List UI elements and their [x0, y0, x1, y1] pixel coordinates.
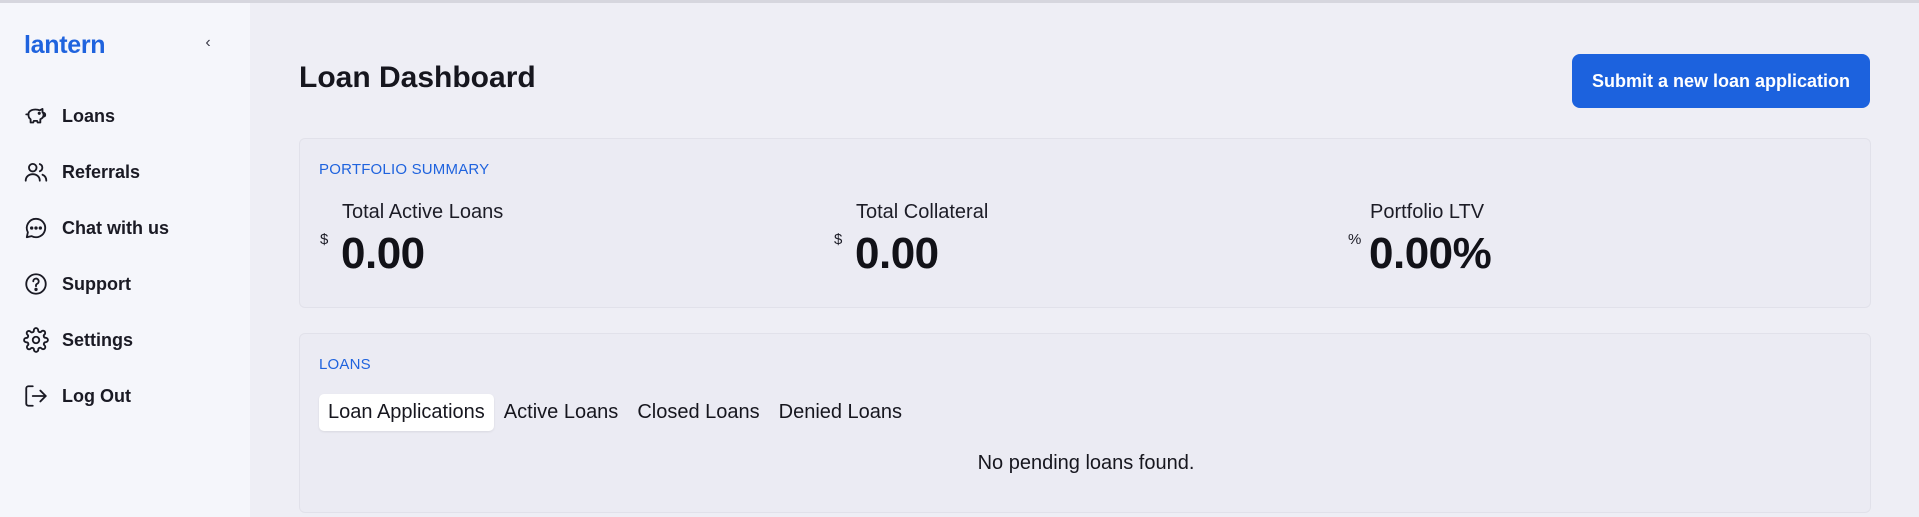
loan-tabs: Loan Applications Active Loans Closed Lo… [319, 394, 912, 431]
page-title: Loan Dashboard [299, 61, 536, 94]
gear-icon [22, 326, 50, 354]
metric-unit: $ [834, 231, 843, 248]
sidebar-item-label: Settings [62, 329, 134, 350]
empty-state-message: No pending loans found. [977, 452, 1195, 474]
chat-bubble-icon [22, 214, 50, 242]
tab-closed-loans[interactable]: Closed Loans [628, 394, 768, 431]
metric-value: 0.00 [855, 229, 939, 278]
sidebar-item-label: Log Out [62, 385, 131, 406]
sidebar-item-label: Referrals [62, 161, 141, 182]
metric-label: Total Active Loans [342, 201, 504, 223]
sidebar-item-label: Loans [62, 105, 116, 126]
sidebar: lantern ‹ Loans Referrals Chat with us S… [0, 3, 250, 517]
sidebar-item-chat[interactable]: Chat with us [22, 200, 232, 256]
sidebar-item-loans[interactable]: Loans [22, 88, 232, 144]
sidebar-nav: Loans Referrals Chat with us Support Set… [22, 88, 232, 424]
sidebar-item-settings[interactable]: Settings [22, 312, 232, 368]
metric-label: Portfolio LTV [1370, 201, 1485, 223]
loans-card: LOANS Loan Applications Active Loans Clo… [299, 333, 1871, 513]
portfolio-summary-card: PORTFOLIO SUMMARY Total Active Loans $ 0… [299, 138, 1871, 308]
users-icon [22, 158, 50, 186]
tab-denied-loans[interactable]: Denied Loans [770, 394, 911, 431]
metric-unit: % [1348, 231, 1362, 248]
sidebar-item-label: Support [62, 273, 131, 294]
metric-value: 0.00 [341, 229, 425, 278]
section-label: PORTFOLIO SUMMARY [319, 161, 490, 178]
sidebar-item-label: Chat with us [62, 217, 169, 238]
main-content: Loan Dashboard Submit a new loan applica… [250, 3, 1919, 517]
metric-label: Total Collateral [856, 201, 989, 223]
logo[interactable]: lantern [24, 31, 106, 60]
tab-active-loans[interactable]: Active Loans [495, 394, 628, 431]
log-out-icon [22, 382, 50, 410]
chevron-left-icon[interactable]: ‹ [200, 33, 216, 53]
sidebar-item-support[interactable]: Support [22, 256, 232, 312]
metric-unit: $ [320, 231, 329, 248]
sidebar-item-referrals[interactable]: Referrals [22, 144, 232, 200]
submit-loan-application-button[interactable]: Submit a new loan application [1572, 54, 1870, 108]
section-label: LOANS [319, 356, 371, 373]
tab-loan-applications[interactable]: Loan Applications [319, 394, 494, 431]
piggy-bank-icon [22, 102, 50, 130]
help-circle-icon [22, 270, 50, 298]
metric-value: 0.00% [1369, 229, 1492, 278]
sidebar-item-logout[interactable]: Log Out [22, 368, 232, 424]
